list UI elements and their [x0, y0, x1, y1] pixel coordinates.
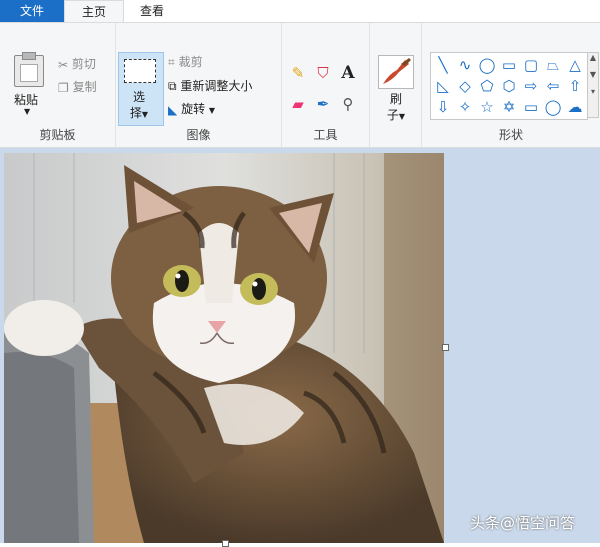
- cut-label: 剪切: [71, 57, 96, 71]
- pentagon-shape-icon[interactable]: ⬠: [477, 76, 497, 96]
- crop-button[interactable]: ⌗ 裁剪: [168, 53, 203, 70]
- scroll-down-icon[interactable]: ▼: [588, 70, 598, 79]
- rounded-rectangle-shape-icon[interactable]: ▢: [521, 55, 541, 75]
- eraser-icon[interactable]: ▰: [288, 94, 308, 114]
- copy-button[interactable]: ❐ 复制: [58, 78, 97, 95]
- text-icon[interactable]: A: [338, 63, 358, 83]
- cat-photo-canvas[interactable]: [4, 153, 444, 543]
- clipboard-group-label: 剪贴板: [39, 128, 76, 142]
- resize-icon: ⧉: [168, 79, 177, 93]
- rotate-dropdown-icon: ▼: [208, 106, 216, 115]
- resize-label: 重新调整大小: [180, 79, 253, 93]
- line-shape-icon[interactable]: ╲: [433, 55, 453, 75]
- scroll-up-icon[interactable]: ▲: [588, 53, 598, 62]
- watermark: 头条@悟空问答: [470, 514, 576, 532]
- arrow-down-shape-icon[interactable]: ⇩: [433, 97, 453, 117]
- diamond-shape-icon[interactable]: ◇: [455, 76, 475, 96]
- five-point-star-shape-icon[interactable]: ☆: [477, 97, 497, 117]
- selection-rectangle-icon: [124, 59, 156, 83]
- rotate-button[interactable]: ◣ 旋转 ▼: [168, 100, 215, 117]
- hexagon-shape-icon[interactable]: ⬡: [499, 76, 519, 96]
- arrow-left-shape-icon[interactable]: ⇦: [543, 76, 563, 96]
- callout-rect-shape-icon[interactable]: ▭: [521, 97, 541, 117]
- shapes-gallery: ╲ ∿ ◯ ▭ ▢ ⏢ △ ◺ ◇ ⬠ ⬡ ⇨ ⇦ ⇧ ⇩ ✧ ☆ ✡ ▭ ◯ …: [430, 52, 588, 120]
- tab-file[interactable]: 文件: [0, 0, 64, 22]
- color-picker-icon[interactable]: ✒: [313, 94, 333, 114]
- cat-photo: [4, 153, 444, 543]
- callout-oval-shape-icon[interactable]: ◯: [543, 97, 563, 117]
- cut-button[interactable]: ✂ 剪切: [58, 55, 96, 72]
- paste-button[interactable]: 粘贴: [14, 91, 38, 108]
- expand-gallery-icon[interactable]: ▾: [588, 87, 598, 96]
- tab-home[interactable]: 主页: [64, 0, 124, 24]
- crop-label: 裁剪: [178, 55, 203, 69]
- crop-icon: ⌗: [168, 55, 175, 69]
- canvas-workspace: [0, 148, 600, 547]
- polygon-shape-icon[interactable]: ⏢: [543, 55, 563, 75]
- brush-label-line2: 子: [386, 108, 399, 122]
- tab-view[interactable]: 查看: [122, 0, 182, 22]
- oval-shape-icon[interactable]: ◯: [477, 55, 497, 75]
- ribbon: 剪贴板 粘贴 ▼ ✂ 剪切 ❐ 复制 图像 选 择▼ ⌗ 裁剪 ⧉ 重新调整大小…: [0, 22, 600, 148]
- arrow-right-shape-icon[interactable]: ⇨: [521, 76, 541, 96]
- tools-group-label: 工具: [313, 128, 338, 142]
- copy-icon: ❐: [58, 80, 69, 95]
- brush-icon[interactable]: [378, 55, 414, 89]
- tools-group: 工具: [282, 23, 370, 147]
- canvas-resize-handle-bottom[interactable]: [222, 540, 229, 547]
- pencil-icon[interactable]: ✎: [288, 63, 308, 83]
- four-point-star-shape-icon[interactable]: ✧: [455, 97, 475, 117]
- cloud-shape-icon[interactable]: ☁: [565, 97, 585, 117]
- paste-dropdown-icon[interactable]: ▼: [24, 107, 30, 116]
- shapes-scroll-control[interactable]: ▲ ▼ ▾: [587, 52, 599, 118]
- rotate-icon: ◣: [168, 102, 178, 117]
- scissors-icon: ✂: [58, 57, 69, 72]
- brush-button[interactable]: 刷 子▼: [386, 91, 406, 125]
- select-label-line1: 选: [132, 90, 145, 104]
- canvas-resize-handle-right[interactable]: [442, 344, 449, 351]
- triangle-shape-icon[interactable]: △: [565, 55, 585, 75]
- ribbon-tab-bar: 文件 主页 查看: [0, 0, 600, 24]
- right-triangle-shape-icon[interactable]: ◺: [433, 76, 453, 96]
- six-point-star-shape-icon[interactable]: ✡: [499, 97, 519, 117]
- select-label: 选 择▼: [129, 90, 149, 120]
- paste-icon[interactable]: [14, 52, 44, 87]
- copy-label: 复制: [72, 80, 97, 94]
- arrow-up-shape-icon[interactable]: ⇧: [565, 76, 585, 96]
- curve-shape-icon[interactable]: ∿: [455, 55, 475, 75]
- resize-button[interactable]: ⧉ 重新调整大小: [168, 77, 252, 94]
- shapes-group-label: 形状: [498, 128, 523, 142]
- fill-bucket-icon[interactable]: ⛉: [313, 63, 333, 83]
- magnifier-icon[interactable]: ⚲: [338, 94, 358, 114]
- rectangle-shape-icon[interactable]: ▭: [499, 55, 519, 75]
- brush-label-line1: 刷: [389, 92, 402, 106]
- image-group-label: 图像: [186, 128, 211, 142]
- select-label-line2: 择: [129, 106, 142, 120]
- rotate-label: 旋转: [181, 102, 206, 116]
